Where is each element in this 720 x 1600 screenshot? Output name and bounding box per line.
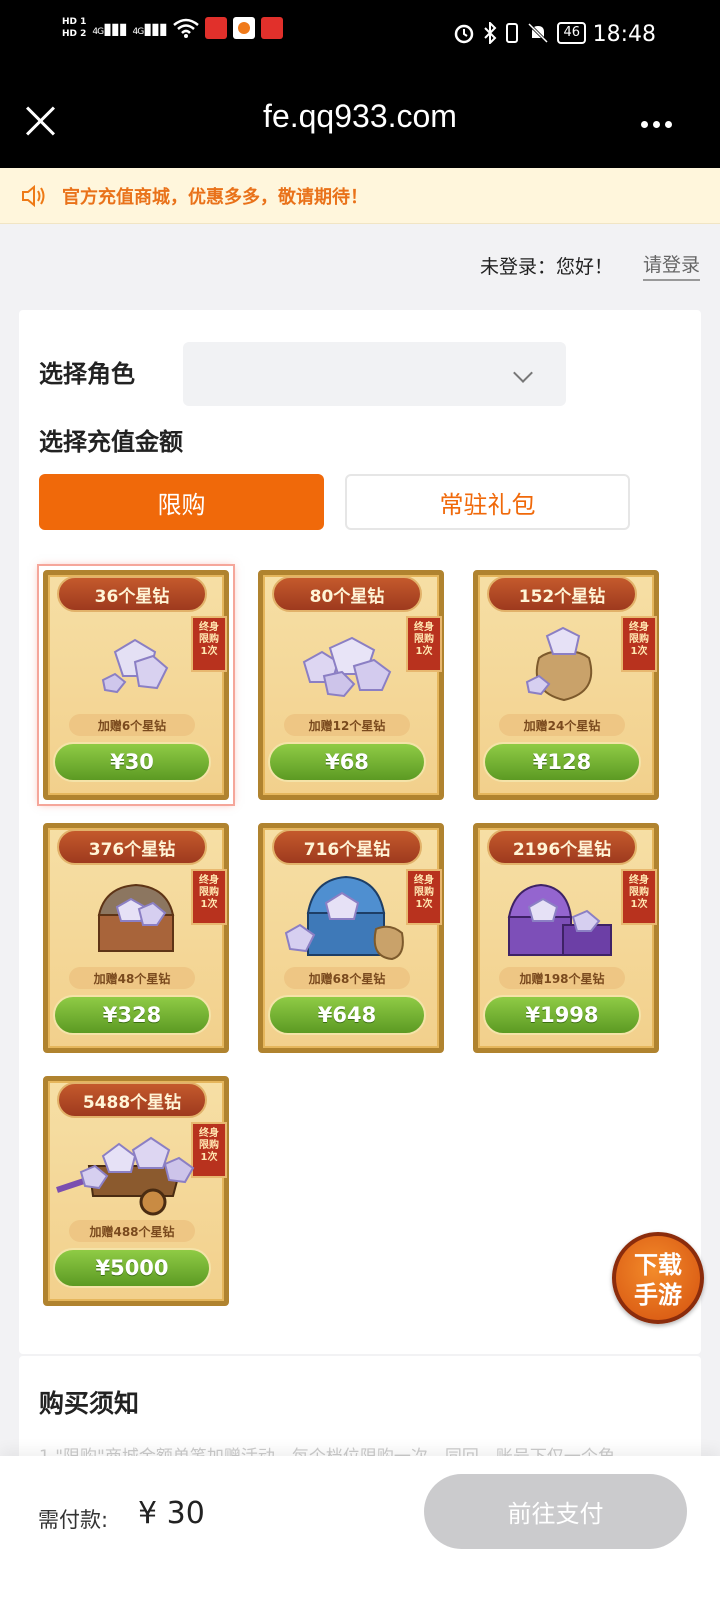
product-item[interactable]: 2196个星钻 终身 限购 1次 加赠198个星钻 ¥1998 — [469, 819, 663, 1057]
signal-1-icon: 4G▮▮▮ — [92, 18, 127, 38]
product-bonus: 加赠12个星钻 — [284, 714, 410, 736]
product-title: 5488个星钻 — [57, 1082, 207, 1118]
role-label: 选择角色 — [39, 360, 135, 388]
go-to-pay-button[interactable]: 前往支付 — [424, 1474, 687, 1549]
signal-2-icon: 4G▮▮▮ — [132, 18, 168, 38]
limit-tag: 终身 限购 1次 — [406, 869, 442, 925]
download-game-button[interactable]: 下载 手游 — [612, 1232, 704, 1324]
download-label-line2: 手游 — [634, 1281, 682, 1309]
notes-title: 购买须知 — [39, 1389, 140, 1418]
status-left: HD 1 HD 2 4G▮▮▮ 4G▮▮▮ — [62, 16, 283, 40]
tab-regular-packs[interactable]: 常驻礼包 — [345, 474, 630, 530]
download-label-line1: 下载 — [634, 1251, 682, 1279]
pay-label: 需付款: — [38, 1508, 109, 1532]
price-button[interactable]: ¥128 — [483, 742, 641, 782]
product-bonus: 加赠24个星钻 — [499, 714, 625, 736]
gem-sack-icon — [525, 626, 593, 702]
product-bonus: 加赠6个星钻 — [69, 714, 195, 736]
pay-amount: ¥ 30 — [138, 1496, 205, 1531]
price-button[interactable]: ¥328 — [53, 995, 211, 1035]
product-bonus: 加赠48个星钻 — [69, 967, 195, 989]
hd-indicator: HD 1 HD 2 — [62, 17, 87, 39]
amount-label: 选择充值金额 — [39, 428, 183, 456]
gem-cart-icon — [56, 1136, 195, 1216]
payment-bar: 需付款: ¥ 30 前往支付 — [0, 1456, 720, 1600]
alarm-icon — [455, 24, 474, 44]
clock: 18:48 — [592, 22, 656, 47]
phone-vibrate-icon — [506, 23, 519, 43]
page-url: fe.qq933.com — [263, 98, 457, 134]
wifi-icon — [172, 18, 199, 38]
price-button[interactable]: ¥5000 — [53, 1248, 211, 1288]
recharge-card: 选择角色 选择充值金额 限购 常驻礼包 36个星钻 终身 限购 1次 加赠6个星钻 … — [19, 310, 701, 1354]
product-title: 152个星钻 — [487, 576, 637, 612]
product-item[interactable]: 376个星钻 终身 限购 1次 加赠48个星钻 ¥328 — [39, 819, 233, 1057]
product-item[interactable]: 5488个星钻 终身 限购 1次 加赠488个星钻 ¥5000 — [39, 1072, 233, 1310]
product-title: 80个星钻 — [272, 576, 422, 612]
product-bonus: 加赠488个星钻 — [69, 1220, 195, 1242]
login-status: 未登录：您好！ — [479, 256, 613, 278]
product-item[interactable]: 80个星钻 终身 限购 1次 加赠12个星钻 ¥68 — [254, 566, 448, 804]
product-title: 36个星钻 — [57, 576, 207, 612]
limit-tag: 终身 限购 1次 — [191, 869, 227, 925]
limit-tag: 终身 限购 1次 — [621, 616, 657, 672]
wooden-chest-icon — [97, 883, 175, 952]
gem-pile-icon — [302, 636, 392, 698]
app-notification-icon — [260, 17, 283, 39]
notice-bar: 官方充值商城，优惠多多，敬请期待！ — [0, 168, 720, 224]
browser-title-bar: fe.qq933.com — [0, 72, 720, 168]
more-options-icon[interactable] — [636, 116, 672, 132]
product-bonus: 加赠198个星钻 — [499, 967, 625, 989]
product-item[interactable]: 716个星钻 终身 限购 1次 加赠68个星钻 ¥648 — [254, 819, 448, 1057]
product-item[interactable]: 152个星钻 终身 限购 1次 加赠24个星钻 ¥128 — [469, 566, 663, 804]
limit-tag: 终身 限购 1次 — [191, 616, 227, 672]
price-button[interactable]: ¥30 — [53, 742, 211, 782]
mute-bell-icon — [528, 22, 549, 44]
login-row: 未登录：您好！ 请登录 — [480, 250, 700, 281]
product-bonus: 加赠68个星钻 — [284, 967, 410, 989]
battery-icon: 46 — [557, 22, 586, 44]
notice-text: 官方充值商城，优惠多多，敬请期待！ — [62, 186, 368, 208]
status-bar: HD 1 HD 2 4G▮▮▮ 4G▮▮▮ 46 18:48 — [0, 0, 720, 72]
product-title: 716个星钻 — [272, 829, 422, 865]
bluetooth-icon — [484, 22, 497, 44]
limit-tag: 终身 限购 1次 — [621, 869, 657, 925]
app-notification-icon — [204, 17, 227, 39]
product-title: 2196个星钻 — [487, 829, 637, 865]
tab-limited[interactable]: 限购 — [39, 474, 324, 530]
purple-chests-icon — [507, 883, 612, 956]
login-link[interactable]: 请登录 — [642, 250, 700, 281]
blue-chest-icon — [284, 875, 404, 961]
price-button[interactable]: ¥1998 — [483, 995, 641, 1035]
app-notification-icon — [232, 17, 255, 39]
limit-tag: 终身 限购 1次 — [406, 616, 442, 672]
product-title: 376个星钻 — [57, 829, 207, 865]
price-button[interactable]: ¥648 — [268, 995, 426, 1035]
role-select[interactable] — [183, 342, 566, 406]
price-button[interactable]: ¥68 — [268, 742, 426, 782]
speaker-icon — [22, 184, 45, 207]
chevron-down-icon — [513, 363, 533, 383]
product-item[interactable]: 36个星钻 终身 限购 1次 加赠6个星钻 ¥30 — [37, 564, 235, 806]
small-gem-pile-icon — [101, 638, 169, 694]
status-right: 46 — [453, 22, 586, 44]
